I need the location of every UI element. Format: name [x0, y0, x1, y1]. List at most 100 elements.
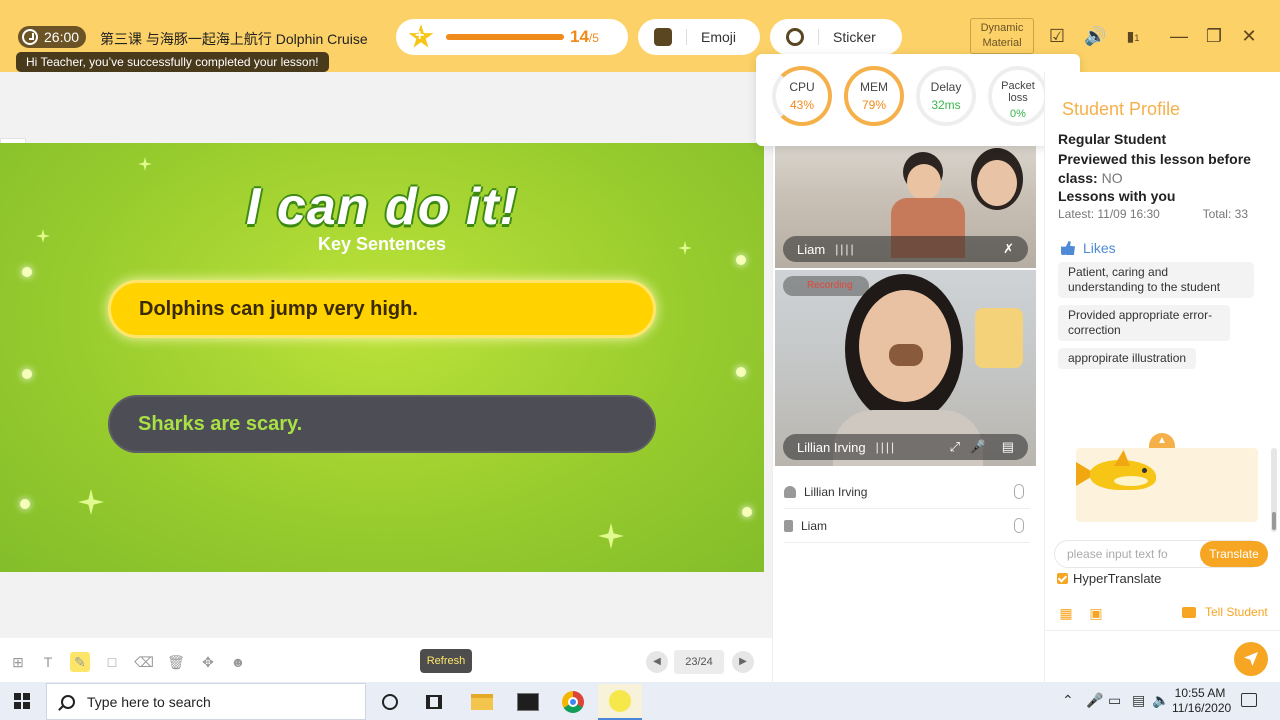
previewed-value: NO — [1101, 170, 1123, 186]
lesson-timer: 26:00 — [18, 26, 86, 48]
volume-icon[interactable]: 🔈 — [1152, 692, 1169, 709]
file-explorer-button[interactable] — [460, 684, 504, 720]
windows-start-icon[interactable] — [14, 693, 30, 709]
page-indicator[interactable]: 23/24 — [674, 650, 724, 674]
shark-sticker-card[interactable] — [1076, 448, 1258, 522]
top-bar: 26:00 第三课 与海豚一起海上航行 Dolphin Cruise Hi Te… — [0, 0, 1280, 72]
student-video[interactable]: Liam |||| ✗ — [775, 146, 1036, 268]
hypertranslate-checkbox[interactable] — [1057, 573, 1068, 584]
thumbs-up-icon — [1061, 241, 1075, 255]
minimize-icon[interactable]: — — [1170, 27, 1188, 45]
translate-button[interactable]: Translate — [1200, 541, 1268, 567]
person-icon — [784, 486, 796, 498]
battery-icon[interactable]: ▭ — [1108, 692, 1121, 709]
refresh-button[interactable]: Refresh — [420, 649, 472, 673]
eraser-tool-icon[interactable]: ⌫ — [134, 652, 154, 672]
taskbar-date: 11/16/2020 — [1172, 701, 1232, 715]
teacher-video[interactable]: Recording Lillian Irving |||| ⤢ 🎤 ▤ — [775, 270, 1036, 466]
sticker-button[interactable]: Sticker — [770, 19, 902, 55]
user-tool-icon[interactable]: ☻ — [228, 652, 248, 672]
select-tool-icon[interactable]: □ — [102, 652, 122, 672]
shark-belly — [1114, 476, 1148, 486]
prev-page-icon[interactable]: ◀ — [646, 651, 668, 673]
student-video-bar: Liam |||| ✗ — [783, 236, 1028, 262]
next-page-icon[interactable]: ▶ — [732, 651, 754, 673]
move-tool-icon[interactable]: ✥ — [198, 652, 218, 672]
folder-icon — [471, 694, 493, 710]
signal-icon[interactable]: ▮1 — [1120, 27, 1146, 45]
microphone-icon[interactable] — [1014, 518, 1024, 533]
tell-student-label: Tell Student — [1205, 605, 1268, 619]
timer-value: 26:00 — [44, 29, 80, 45]
add-star-icon[interactable] — [408, 24, 434, 48]
star-reward-pill[interactable]: 14/5 — [396, 19, 628, 55]
cartoon-poster — [975, 308, 1023, 368]
taskbar-search-placeholder: Type here to search — [87, 693, 211, 710]
expand-icon[interactable]: ⤢ — [950, 439, 960, 455]
taskbar-time: 10:55 AM — [1174, 686, 1226, 700]
latest-value: Latest: 11/09 16:30 — [1058, 207, 1160, 221]
microphone-icon[interactable] — [1014, 484, 1024, 499]
glow-dot — [22, 369, 32, 379]
like-tag: Patient, caring and understanding to the… — [1058, 262, 1254, 298]
cortana-button[interactable] — [368, 684, 412, 720]
network-icon[interactable]: ▤ — [1132, 692, 1145, 709]
microphone-icon[interactable]: 🎤 — [970, 439, 986, 455]
pen-tool-icon[interactable]: ✎ — [70, 652, 90, 672]
mem-label: MEM — [860, 80, 888, 94]
trash-tool-icon[interactable]: 🗑 — [166, 652, 186, 672]
classroom-app-button[interactable] — [598, 684, 642, 720]
star-progress-fill — [446, 34, 564, 40]
star-count-total: /5 — [588, 31, 599, 45]
taskbar-search[interactable]: Type here to search — [46, 683, 366, 720]
sentence-card-2[interactable]: Sharks are scary. — [108, 395, 656, 453]
delay-label: Delay — [930, 80, 962, 94]
clear-icon[interactable]: ▤ — [1002, 439, 1014, 455]
taskbar-clock[interactable]: 10:55 AM 11/16/2020 — [1172, 686, 1232, 716]
crop-icon[interactable]: ▣ — [1088, 605, 1104, 621]
add-image-icon[interactable]: ▦ — [1058, 605, 1074, 621]
restore-icon[interactable]: ❐ — [1205, 27, 1223, 45]
total-lessons: Total: 33 — [1202, 207, 1248, 221]
cortana-icon — [382, 694, 398, 710]
dynamic-material-button[interactable]: Dynamic Material — [970, 18, 1034, 54]
mic-muted-icon[interactable]: ✗ — [1003, 241, 1014, 257]
emoji-button[interactable]: Emoji — [638, 19, 760, 55]
microphone-icon[interactable]: 🎤 — [1086, 692, 1103, 709]
glow-dot — [736, 255, 746, 265]
speaker-icon[interactable]: 🔊 — [1084, 27, 1106, 45]
star-count-value: 14 — [570, 27, 589, 46]
audio-level-icon: |||| — [835, 242, 856, 256]
close-icon[interactable]: ✕ — [1240, 27, 1258, 45]
task-view-button[interactable] — [412, 684, 456, 720]
send-button[interactable] — [1234, 642, 1268, 676]
crop-tool-icon[interactable]: ⊞ — [8, 652, 28, 672]
hypertranslate-toggle[interactable]: HyperTranslate — [1057, 571, 1161, 586]
likes-label: Likes — [1083, 240, 1116, 256]
chrome-button[interactable] — [551, 684, 595, 720]
sticker-label: Sticker — [833, 29, 876, 45]
participant-item[interactable]: Liam — [784, 515, 1028, 537]
checklist-icon[interactable]: ☑ — [1048, 27, 1066, 45]
sparkle-decoration — [138, 157, 152, 171]
scrollbar-thumb[interactable] — [1272, 512, 1276, 530]
chevron-up-icon[interactable]: ⌃ — [1062, 692, 1074, 709]
delay-value: 32ms — [931, 98, 961, 112]
latest-lesson: Latest: 11/09 16:30 Total: 33 — [1058, 207, 1248, 221]
participant-item[interactable]: Lillian Irving — [784, 481, 1028, 503]
slide-subtitle: Key Sentences — [317, 234, 447, 254]
lessons-heading: Lessons with you — [1058, 188, 1175, 204]
terminal-button[interactable] — [506, 684, 550, 720]
notification-icon[interactable] — [1241, 693, 1257, 707]
cpu-label: CPU — [789, 80, 815, 94]
dog-filter-nose — [889, 344, 923, 366]
completion-toast: Hi Teacher, you’ve successfully complete… — [16, 52, 329, 72]
baby-shark-illustration — [1076, 448, 1176, 522]
dynamic-material-line2: Material — [982, 37, 1022, 49]
emoji-label: Emoji — [701, 29, 737, 45]
classroom-app-icon — [609, 690, 631, 712]
sentence-card-1[interactable]: Dolphins can jump very high. — [108, 280, 656, 338]
text-tool-icon[interactable]: T — [38, 652, 58, 672]
compose-divider — [1046, 630, 1280, 631]
tell-student-button[interactable]: Tell Student — [1182, 605, 1268, 619]
